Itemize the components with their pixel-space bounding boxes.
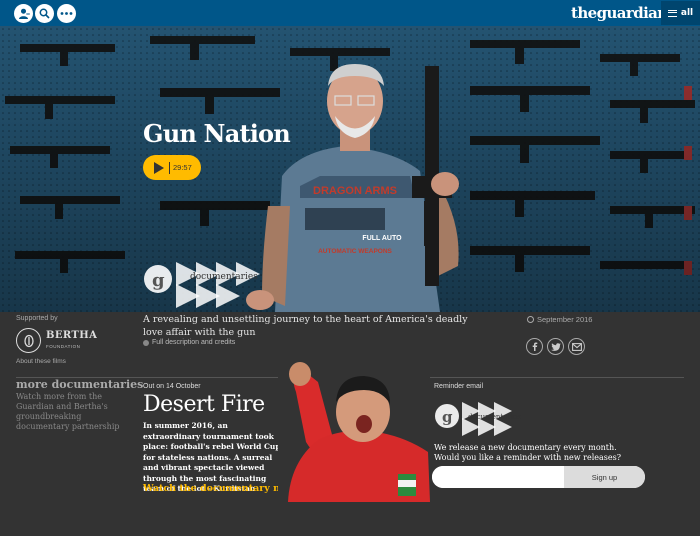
search-icon (39, 8, 50, 19)
upcoming-title[interactable]: Desert Fire (143, 392, 265, 417)
video-title: Gun Nation (143, 119, 291, 148)
share-facebook-button[interactable] (526, 338, 543, 355)
play-button[interactable]: 29:57 (143, 155, 201, 180)
more-button[interactable] (57, 4, 76, 23)
publish-date: September 2016 (527, 315, 592, 324)
clock-icon (527, 316, 534, 323)
twitter-icon (550, 342, 561, 351)
guardian-logo[interactable]: theguardian (571, 3, 668, 23)
play-separator (169, 161, 170, 174)
reminder-email-label: Reminder email (434, 383, 484, 390)
documentaries-reminder-logo: g documentaries (435, 402, 521, 436)
mail-icon (571, 342, 582, 351)
boy-celebrating-image (278, 362, 430, 502)
email-field[interactable] (432, 466, 564, 488)
hero-video[interactable]: DRAGON ARMS FULL AUTO AUTOMATIC WEAPONS … (0, 26, 700, 312)
reminder-text: We release a new documentary every month… (434, 443, 621, 462)
full-description-link[interactable]: Full description and credits (143, 339, 235, 346)
bertha-emblem-icon (23, 334, 34, 347)
bertha-logo-icon[interactable] (16, 328, 41, 353)
desert-fire-image[interactable] (278, 362, 430, 502)
top-bar: theguardian all (0, 0, 700, 26)
hamburger-icon (667, 9, 677, 17)
reminder-form: Sign up (432, 466, 645, 488)
video-duration: 29:57 (173, 163, 192, 172)
more-dots-icon (60, 12, 73, 15)
play-icon (154, 161, 164, 174)
documentaries-logo-text: documentaries (190, 272, 258, 282)
svg-text:g: g (152, 270, 165, 291)
user-icon (19, 8, 30, 19)
info-icon (143, 339, 149, 346)
watch-documentary-label: Watch the documentary now (143, 483, 295, 494)
supported-by-label: Supported by (16, 315, 58, 322)
share-email-button[interactable] (568, 338, 585, 355)
sign-up-button[interactable]: Sign up (564, 466, 645, 488)
publish-date-text: September 2016 (537, 315, 593, 324)
facebook-icon (532, 342, 537, 351)
search-button[interactable] (35, 4, 54, 23)
sponsor-name: BERTHA (46, 330, 98, 341)
share-twitter-button[interactable] (547, 338, 564, 355)
about-films-link[interactable]: About these films (16, 358, 66, 365)
release-date-label: Out on 14 October (143, 383, 201, 390)
video-standfirst: A revealing and unsettling journey to th… (143, 314, 468, 338)
reminder-logo-text: documentaries (468, 413, 521, 421)
menu-button[interactable]: all (661, 1, 700, 25)
menu-label: all (680, 8, 694, 18)
more-documentaries-heading[interactable]: more documentaries (16, 378, 143, 391)
full-description-label: Full description and credits (152, 339, 236, 346)
shirt-text-2: FULL AUTO (362, 235, 402, 242)
shirt-text-1: DRAGON ARMS (313, 185, 397, 197)
more-documentaries-description: Watch more from the Guardian and Bertha'… (16, 392, 120, 431)
profile-button[interactable] (14, 4, 33, 23)
page: theguardian all DRAGON ARMS FULL AUTO AU… (0, 0, 700, 536)
shirt-text-3: AUTOMATIC WEAPONS (318, 248, 392, 255)
svg-text:g: g (442, 408, 453, 426)
sponsor-subtitle: FOUNDATION (46, 344, 81, 349)
hero-image: DRAGON ARMS FULL AUTO AUTOMATIC WEAPONS … (0, 26, 700, 312)
